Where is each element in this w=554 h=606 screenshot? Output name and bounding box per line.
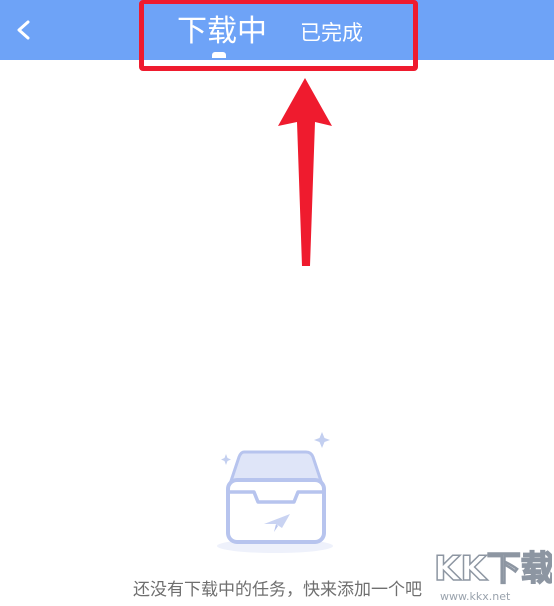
up-arrow-annotation-icon: [278, 78, 332, 266]
chevron-left-icon: [17, 20, 30, 40]
watermark-url: www.kkx.net: [440, 590, 511, 603]
empty-state-text: 还没有下载中的任务，快来添加一个吧: [133, 580, 422, 600]
empty-inbox-icon: [217, 432, 333, 553]
svg-text:KK下载: KK下载: [434, 549, 552, 589]
annotation-highlight-box: [139, 0, 418, 71]
back-button[interactable]: [8, 14, 40, 46]
watermark-logo: KK下载: [433, 548, 552, 590]
